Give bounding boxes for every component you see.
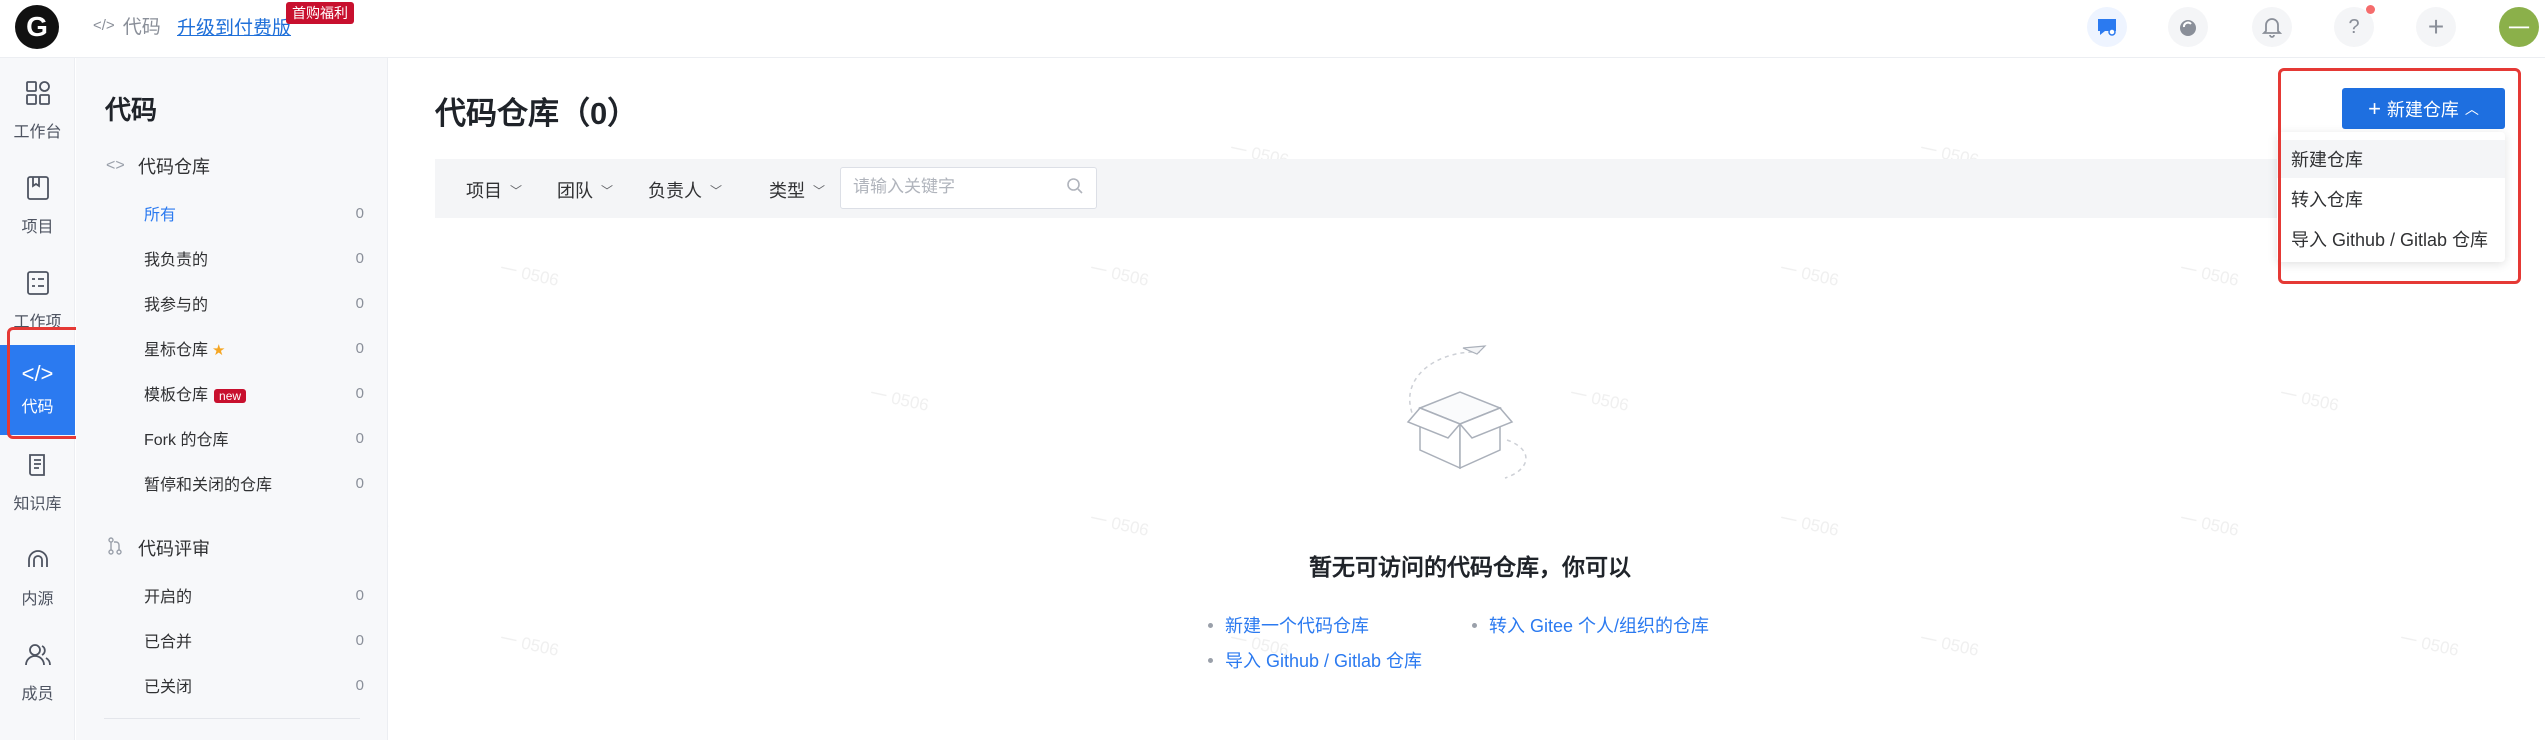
code-icon: </>	[93, 17, 115, 34]
star-icon: ★	[212, 342, 226, 359]
sidebar-item-mine[interactable]: 我负责的 0	[144, 246, 364, 270]
page-title: 代码仓库（0）	[435, 96, 639, 131]
plus-icon[interactable]: +	[2416, 7, 2456, 47]
divider	[104, 718, 360, 719]
top-bar: G </> 代码 升级到付费版 首购福利 ? + 一	[0, 0, 2545, 58]
filter-team[interactable]: 团队 ﹀	[557, 177, 613, 203]
sidebar-item-open[interactable]: 开启的 0	[144, 583, 364, 607]
sidebar-item-closed[interactable]: 暂停和关闭的仓库 0	[144, 471, 364, 495]
innersource-icon	[25, 547, 51, 577]
rail-label: 工作台	[13, 124, 62, 141]
rail-label: 内源	[21, 591, 54, 608]
search-icon[interactable]	[1066, 177, 1084, 200]
link-transfer-repo[interactable]: 转入 Gitee 个人/组织的仓库	[1472, 612, 1709, 638]
rail-item-innersource[interactable]: 内源	[0, 533, 75, 623]
sidebar-title: 代码	[105, 95, 158, 125]
rail-item-dashboard[interactable]: 工作台	[0, 66, 75, 156]
empty-box-illustration	[1395, 340, 1545, 490]
rail-label: 项目	[21, 219, 54, 236]
highlight-box-new-repo	[2278, 68, 2521, 284]
sidebar-item-forks[interactable]: Fork 的仓库 0	[144, 426, 364, 450]
task-icon	[26, 270, 50, 300]
project-icon	[26, 175, 50, 205]
promo-badge: 首购福利	[286, 2, 354, 24]
avatar[interactable]: 一	[2499, 7, 2539, 47]
new-badge: new	[214, 389, 247, 403]
bell-icon[interactable]	[2252, 7, 2292, 47]
upgrade-link[interactable]: 升级到付费版	[177, 13, 291, 40]
chat-icon[interactable]	[2087, 7, 2127, 47]
group-reviews[interactable]: 代码评审	[106, 535, 210, 561]
sidebar-item-participated[interactable]: 我参与的 0	[144, 291, 364, 315]
search-box	[840, 167, 1097, 209]
sidebar-item-templates[interactable]: 模板仓库 new 0	[144, 381, 364, 405]
link-create-repo[interactable]: 新建一个代码仓库	[1208, 612, 1369, 638]
members-icon	[24, 642, 52, 672]
book-icon	[26, 452, 50, 482]
merge-icon	[106, 536, 124, 560]
rail-label: 成员	[21, 686, 54, 703]
repo-icon: <>	[106, 157, 125, 174]
rail-item-project[interactable]: 项目	[0, 161, 75, 251]
breadcrumb-label: 代码	[122, 17, 161, 38]
sidebar-item-merged[interactable]: 已合并 0	[144, 628, 364, 652]
search-input[interactable]	[853, 177, 1053, 197]
chevron-down-icon: ﹀	[601, 183, 614, 198]
notification-dot	[2366, 5, 2375, 14]
link-import-repo[interactable]: 导入 Github / Gitlab 仓库	[1208, 647, 1422, 673]
filter-project[interactable]: 项目 ﹀	[466, 177, 522, 203]
sidebar-item-starred[interactable]: 星标仓库 ★ 0	[144, 336, 364, 360]
group-label: 代码仓库	[138, 157, 210, 177]
chevron-down-icon: ﹀	[710, 183, 723, 198]
rail-item-members[interactable]: 成员	[0, 628, 75, 718]
empty-state-title: 暂无可访问的代码仓库，你可以	[1309, 554, 1631, 580]
chevron-down-icon: ﹀	[510, 183, 523, 198]
group-label: 代码评审	[138, 539, 210, 559]
sidebar-item-all[interactable]: 所有 0	[144, 201, 364, 225]
sidebar: 代码 <> 代码仓库 所有 0 我负责的 0 我参与的 0 星标仓库 ★ 0 模板…	[76, 58, 388, 740]
drop-icon[interactable]	[2168, 7, 2208, 47]
breadcrumb: </> 代码	[93, 12, 161, 39]
sidebar-item-closed-reviews[interactable]: 已关闭 0	[144, 673, 364, 697]
chevron-down-icon: ﹀	[813, 183, 826, 198]
filter-type[interactable]: 类型 ﹀	[769, 177, 825, 203]
group-repos[interactable]: <> 代码仓库	[106, 153, 210, 179]
filter-bar: 项目 ﹀ 团队 ﹀ 负责人 ﹀ 类型 ﹀	[435, 159, 2282, 218]
dashboard-icon	[25, 80, 51, 110]
rail-item-knowledge[interactable]: 知识库	[0, 438, 75, 528]
filter-owner[interactable]: 负责人 ﹀	[648, 177, 722, 203]
rail-label: 知识库	[13, 496, 62, 513]
app-logo[interactable]: G	[15, 5, 59, 49]
